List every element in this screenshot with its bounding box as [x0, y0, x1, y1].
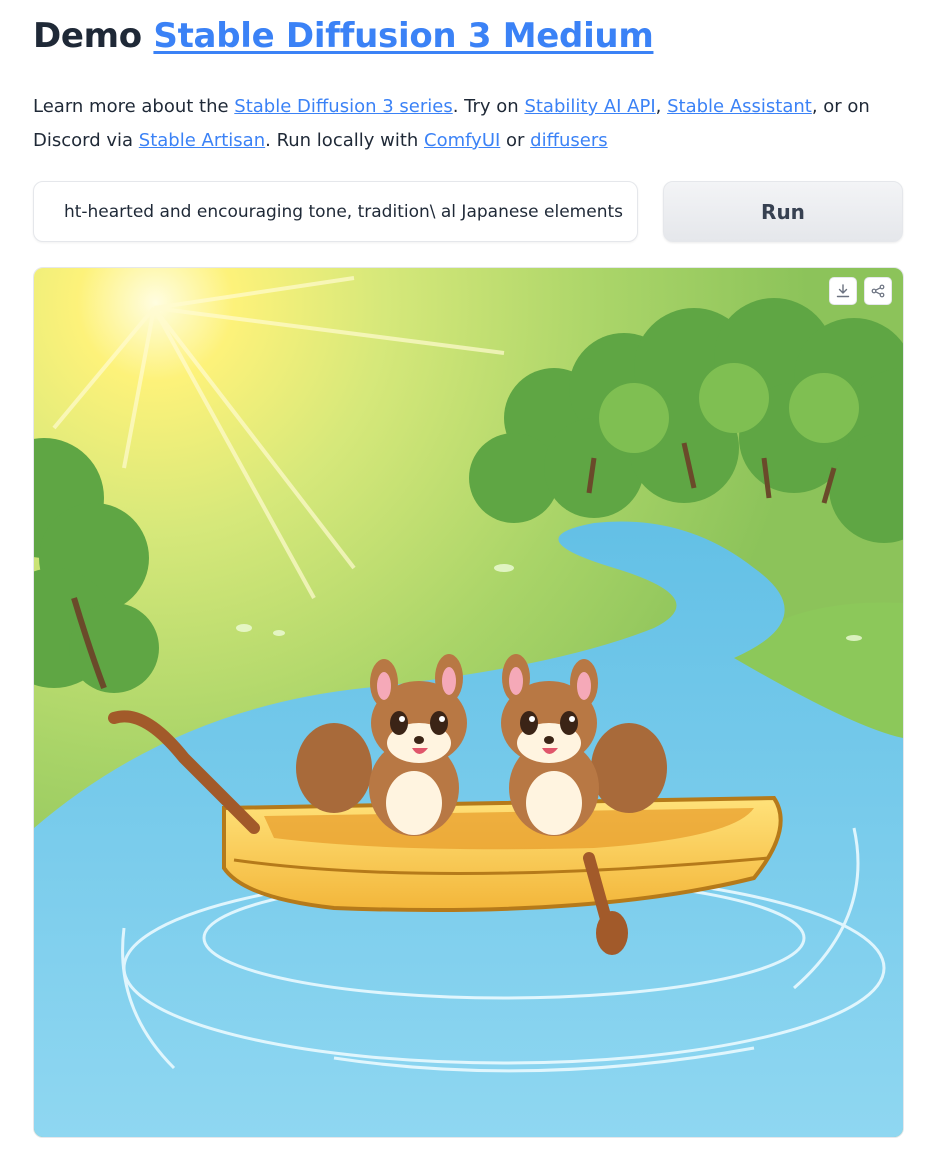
link-comfyui[interactable]: ComfyUI	[424, 130, 500, 151]
desc-text-2: . Try on	[452, 96, 525, 117]
link-stable-assistant[interactable]: Stable Assistant	[667, 96, 812, 117]
run-button[interactable]: Run	[663, 181, 903, 242]
page-title: Demo Stable Diffusion 3 Medium	[33, 16, 654, 56]
title-prefix: Demo	[33, 16, 142, 56]
link-stability-api[interactable]: Stability AI API	[524, 96, 655, 117]
desc-text-5: . Run locally with	[265, 130, 425, 151]
share-button[interactable]	[864, 277, 892, 305]
page: Demo Stable Diffusion 3 Medium Learn mor…	[0, 0, 933, 1154]
prompt-field	[33, 181, 638, 242]
desc-text-3: ,	[655, 96, 668, 117]
desc-text-6: or	[500, 130, 531, 151]
download-button[interactable]	[829, 277, 857, 305]
desc-text-1: Learn more about the	[33, 96, 235, 117]
prompt-input[interactable]	[34, 182, 637, 241]
link-stable-artisan[interactable]: Stable Artisan	[139, 130, 265, 151]
link-sd3-series[interactable]: Stable Diffusion 3 series	[234, 96, 452, 117]
share-icon	[871, 284, 885, 298]
description: Learn more about the Stable Diffusion 3 …	[33, 90, 913, 158]
generated-image	[33, 267, 904, 1138]
download-icon	[836, 284, 850, 298]
title-link[interactable]: Stable Diffusion 3 Medium	[153, 16, 653, 56]
generated-image-illustration	[34, 268, 903, 1137]
link-diffusers[interactable]: diffusers	[530, 130, 607, 151]
